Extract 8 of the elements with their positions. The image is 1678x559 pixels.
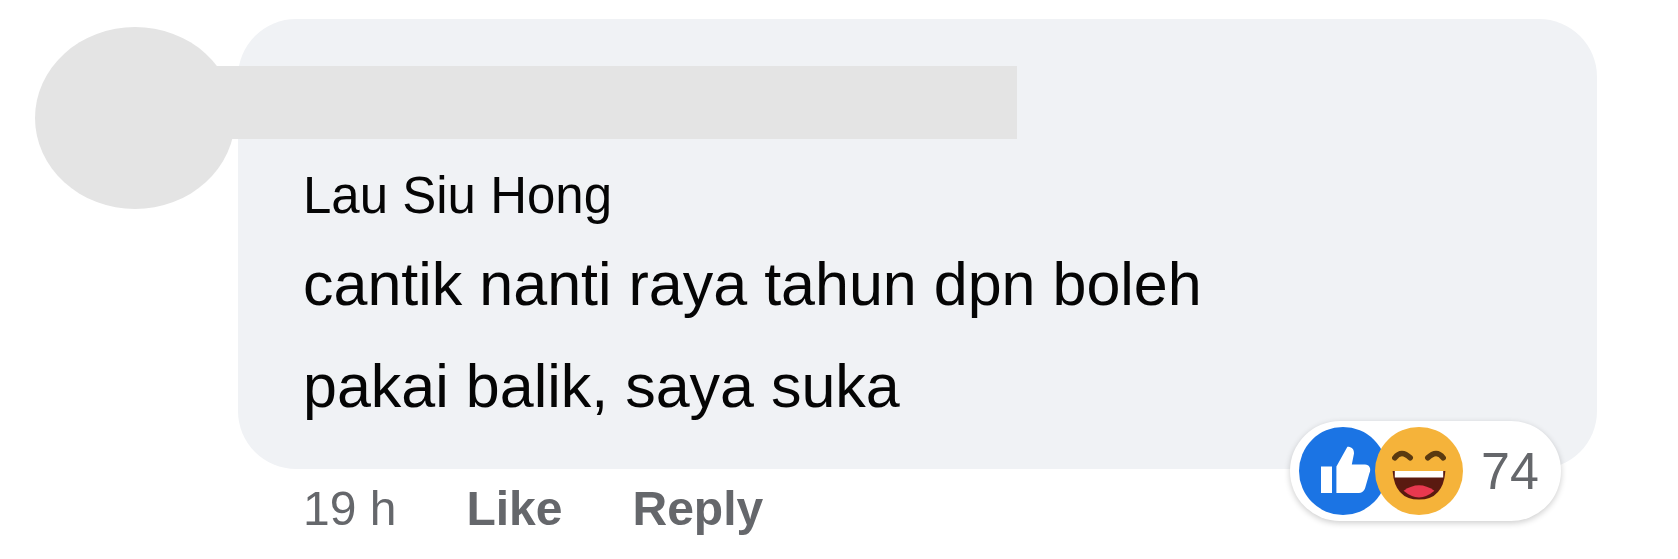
reply-link[interactable]: Reply (632, 481, 764, 536)
timestamp[interactable]: 19 h (303, 481, 397, 536)
author-name[interactable]: Lau Siu Hong (303, 159, 613, 233)
reactions-badge[interactable]: 74 (1290, 421, 1561, 521)
like-link[interactable]: Like (466, 481, 563, 536)
comment-text: cantik nanti raya tahun dpn boleh pakai balik, saya suka (303, 249, 1203, 422)
laughing-face-icon (1375, 427, 1463, 515)
reaction-count: 74 (1481, 441, 1539, 501)
